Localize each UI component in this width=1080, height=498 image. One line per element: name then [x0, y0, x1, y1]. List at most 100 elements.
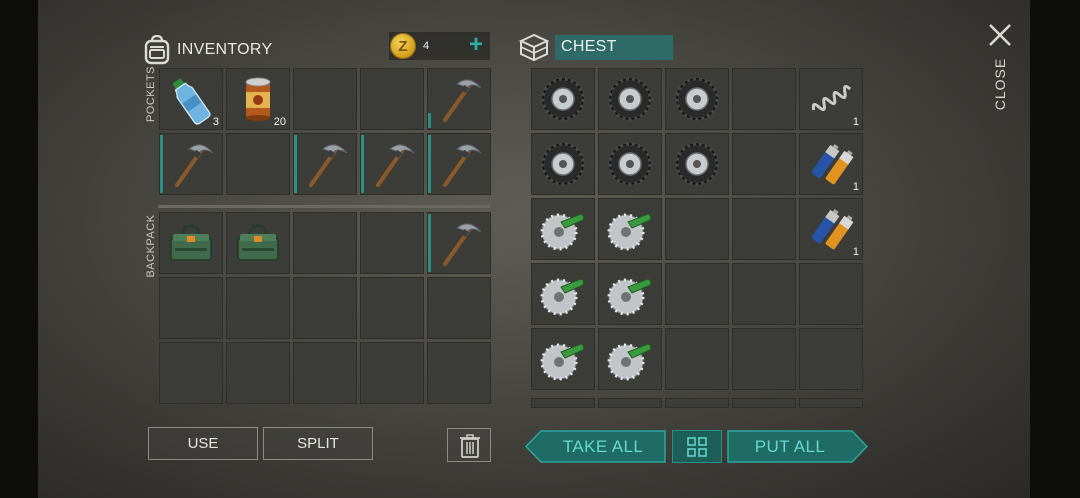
backpack-grid [159, 212, 491, 404]
backpack-slot[interactable] [226, 212, 290, 274]
chest-slot[interactable] [665, 68, 729, 130]
chest-slot[interactable] [732, 328, 796, 390]
chest-slot[interactable] [732, 133, 796, 195]
backpack-slot[interactable] [293, 342, 357, 404]
pocket-slot[interactable] [293, 133, 357, 195]
backpack-slot[interactable] [360, 342, 424, 404]
durability-bar [428, 214, 431, 272]
tire-icon [541, 142, 585, 186]
saw-blade-icon [540, 343, 585, 381]
chest-slot[interactable]: 1 [799, 133, 863, 195]
backpack-slot[interactable] [293, 277, 357, 339]
chest-slot[interactable] [665, 328, 729, 390]
backpack-slot[interactable] [360, 277, 424, 339]
pocket-slot[interactable]: 20 [226, 68, 290, 130]
pocket-slot[interactable] [427, 68, 491, 130]
chest-slot-partial [732, 398, 796, 408]
pickaxe-icon [175, 144, 214, 187]
item-quantity: 1 [852, 181, 859, 193]
chest-slot[interactable]: 1 [799, 198, 863, 260]
take-all-button[interactable]: TAKE ALL [525, 430, 666, 463]
coin-balance: Z 4 + [389, 32, 490, 60]
coin-icon: Z [390, 33, 416, 59]
chest-grid: 1 1 1 [531, 68, 863, 390]
chest-slot[interactable] [531, 68, 595, 130]
inventory-header: INVENTORY [143, 32, 272, 68]
chest-grid-next-row [531, 398, 863, 408]
durability-bar [428, 135, 431, 193]
backpack-slot[interactable] [226, 277, 290, 339]
chest-slot[interactable] [665, 133, 729, 195]
chest-slot[interactable] [598, 68, 662, 130]
chest-slot[interactable] [531, 328, 595, 390]
trash-icon [460, 434, 480, 458]
pocket-slot[interactable] [360, 68, 424, 130]
pocket-slot[interactable] [159, 133, 223, 195]
toolbox-icon [237, 224, 279, 261]
trash-button[interactable] [447, 428, 491, 462]
pocket-slot[interactable]: 3 [159, 68, 223, 130]
coin-count: 4 [423, 40, 430, 52]
chest-slot-partial [665, 398, 729, 408]
backpack-slot[interactable] [360, 212, 424, 274]
chest-slot[interactable]: 1 [799, 68, 863, 130]
chest-slot[interactable] [799, 263, 863, 325]
chest-header: CHEST [517, 31, 673, 63]
saw-blade-icon [540, 278, 585, 316]
split-button[interactable]: SPLIT [263, 427, 373, 460]
put-all-button[interactable]: PUT ALL [727, 430, 868, 463]
chest-slot[interactable] [598, 263, 662, 325]
inventory-title: INVENTORY [177, 41, 273, 58]
backpack-icon [144, 35, 170, 65]
put-all-label: PUT ALL [754, 436, 826, 456]
chest-slot-partial [598, 398, 662, 408]
backpack-slot[interactable] [427, 277, 491, 339]
chest-slot[interactable] [598, 133, 662, 195]
chest-slot[interactable] [598, 328, 662, 390]
chest-slot[interactable] [732, 68, 796, 130]
saw-blade-icon [607, 343, 652, 381]
backpack-slot[interactable] [226, 342, 290, 404]
saw-blade-icon [607, 278, 652, 316]
pickaxe-icon [309, 144, 348, 187]
chest-slot[interactable] [665, 263, 729, 325]
pocket-slot[interactable] [360, 133, 424, 195]
add-coins-button[interactable]: + [469, 33, 483, 57]
chest-slot[interactable] [531, 263, 595, 325]
backpack-slot[interactable] [427, 212, 491, 274]
pickaxe-icon [376, 144, 415, 187]
item-quantity: 20 [273, 116, 286, 128]
pocket-slot[interactable] [293, 68, 357, 130]
grid-view-toggle[interactable] [672, 430, 722, 463]
item-quantity: 1 [852, 116, 859, 128]
toolbox-icon [170, 224, 212, 261]
close-button[interactable]: CLOSE [988, 57, 1009, 111]
tire-icon [675, 77, 719, 121]
grid-view-icon [687, 437, 707, 457]
backpack-slot[interactable] [427, 342, 491, 404]
close-icon[interactable] [987, 22, 1013, 48]
pockets-label: POCKETS [145, 65, 157, 123]
backpack-slot[interactable] [159, 277, 223, 339]
chest-slot[interactable] [665, 198, 729, 260]
backpack-slot[interactable] [159, 342, 223, 404]
durability-bar [160, 135, 163, 193]
chest-slot[interactable] [799, 328, 863, 390]
backpack-slot[interactable] [159, 212, 223, 274]
item-quantity: 3 [212, 116, 219, 128]
pocket-slot[interactable] [226, 133, 290, 195]
chest-slot[interactable] [531, 198, 595, 260]
saw-blade-icon [607, 213, 652, 251]
close-label: CLOSE [992, 57, 1009, 111]
chest-slot[interactable] [531, 133, 595, 195]
use-button[interactable]: USE [148, 427, 258, 460]
tire-icon [608, 77, 652, 121]
durability-bar [428, 113, 431, 128]
pocket-slot[interactable] [427, 133, 491, 195]
chest-slot[interactable] [732, 198, 796, 260]
backpack-slot[interactable] [293, 212, 357, 274]
chest-slot[interactable] [598, 198, 662, 260]
section-divider [158, 205, 490, 208]
chest-slot[interactable] [732, 263, 796, 325]
pickaxe-icon [443, 144, 482, 187]
